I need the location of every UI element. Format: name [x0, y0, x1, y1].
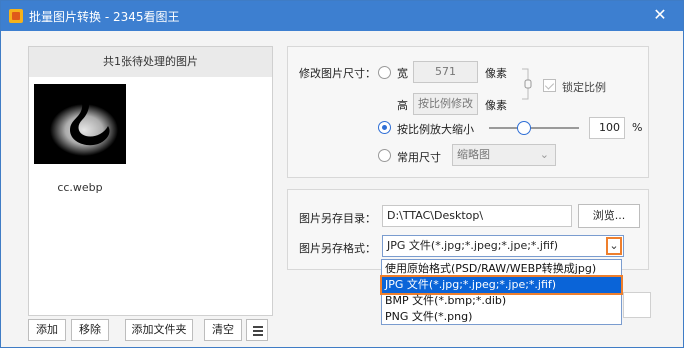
resize-label: 修改图片尺寸：	[299, 67, 376, 80]
height-unit: 像素	[485, 99, 507, 112]
resize-settings-group: 修改图片尺寸： 宽 571 像素 高 按比例修改 像素 锁定比例 按比例放大缩小…	[287, 46, 649, 178]
width-unit: 像素	[485, 67, 507, 80]
add-button[interactable]: 添加	[28, 319, 66, 341]
height-input[interactable]: 按比例修改	[413, 93, 478, 115]
image-count-header: 共1张待处理的图片	[29, 47, 272, 77]
app-logo-icon	[9, 9, 23, 23]
scale-slider-track[interactable]	[489, 121, 579, 135]
format-option[interactable]: PNG 文件(*.png)	[382, 309, 621, 325]
common-size-select[interactable]: 缩略图 ⌄	[452, 144, 556, 166]
chain-link-icon	[522, 68, 532, 100]
image-list-panel: 共1张待处理的图片 cc.webp	[28, 46, 273, 316]
close-button[interactable]: ✕	[651, 6, 669, 24]
lock-ratio-label: 锁定比例	[562, 81, 606, 94]
save-settings-group: 图片另存目录： D:\TTAC\Desktop\ 浏览... 图片另存格式： J…	[287, 189, 649, 270]
format-option[interactable]: 使用原始格式(PSD/RAW/WEBP转换成jpg)	[382, 261, 621, 277]
image-thumbnail[interactable]	[34, 84, 126, 164]
format-option[interactable]: BMP 文件(*.bmp;*.dib)	[382, 293, 621, 309]
hidden-control-edge	[623, 292, 651, 318]
remove-button[interactable]: 移除	[71, 319, 109, 341]
list-icon	[253, 326, 263, 328]
save-format-value: JPG 文件(*.jpg;*.jpeg;*.jpe;*.jfif)	[387, 239, 559, 252]
format-dropdown-button[interactable]: ⌄	[606, 237, 622, 255]
list-view-button[interactable]	[246, 319, 268, 341]
width-label: 宽	[397, 67, 408, 80]
clear-button[interactable]: 清空	[204, 319, 242, 341]
image-list-toolbar: 添加 移除 添加文件夹 清空	[28, 319, 273, 341]
scale-unit: %	[632, 121, 643, 134]
height-label: 高	[397, 99, 408, 112]
swan-image	[34, 84, 126, 164]
format-option-selected[interactable]: JPG 文件(*.jpg;*.jpeg;*.jpe;*.jfif)	[380, 275, 623, 295]
lock-ratio-checkbox[interactable]	[543, 79, 556, 92]
scale-input[interactable]: 100	[589, 117, 625, 139]
common-size-label: 常用尺寸	[397, 151, 441, 164]
chevron-down-icon: ⌄	[609, 239, 619, 252]
title-bar: 批量图片转换 - 2345看图王 ✕	[1, 1, 683, 31]
browse-button[interactable]: 浏览...	[578, 204, 640, 228]
scale-slider-thumb[interactable]	[517, 121, 532, 135]
width-radio[interactable]	[378, 66, 391, 79]
list-icon-line	[253, 334, 263, 336]
save-dir-input[interactable]: D:\TTAC\Desktop\	[382, 205, 572, 227]
add-folder-button[interactable]: 添加文件夹	[125, 319, 193, 341]
scale-label: 按比例放大缩小	[397, 123, 474, 136]
chevron-down-icon: ⌄	[539, 148, 549, 161]
save-format-select[interactable]: JPG 文件(*.jpg;*.jpeg;*.jpe;*.jfif)	[382, 235, 624, 257]
format-dropdown-list[interactable]: 使用原始格式(PSD/RAW/WEBP转换成jpg) JPG 文件(*.jpg;…	[380, 259, 623, 325]
window-title: 批量图片转换 - 2345看图王	[29, 10, 180, 24]
save-format-label: 图片另存格式：	[299, 242, 376, 255]
image-filename: cc.webp	[57, 181, 103, 194]
list-icon-line	[253, 330, 263, 332]
save-dir-label: 图片另存目录：	[299, 212, 376, 225]
width-input[interactable]: 571	[413, 61, 478, 83]
common-size-radio[interactable]	[378, 149, 391, 162]
batch-convert-window: 批量图片转换 - 2345看图王 ✕ 共1张待处理的图片 cc.webp 添加 …	[0, 0, 684, 348]
scale-radio[interactable]	[378, 121, 391, 134]
common-size-value: 缩略图	[457, 148, 490, 161]
